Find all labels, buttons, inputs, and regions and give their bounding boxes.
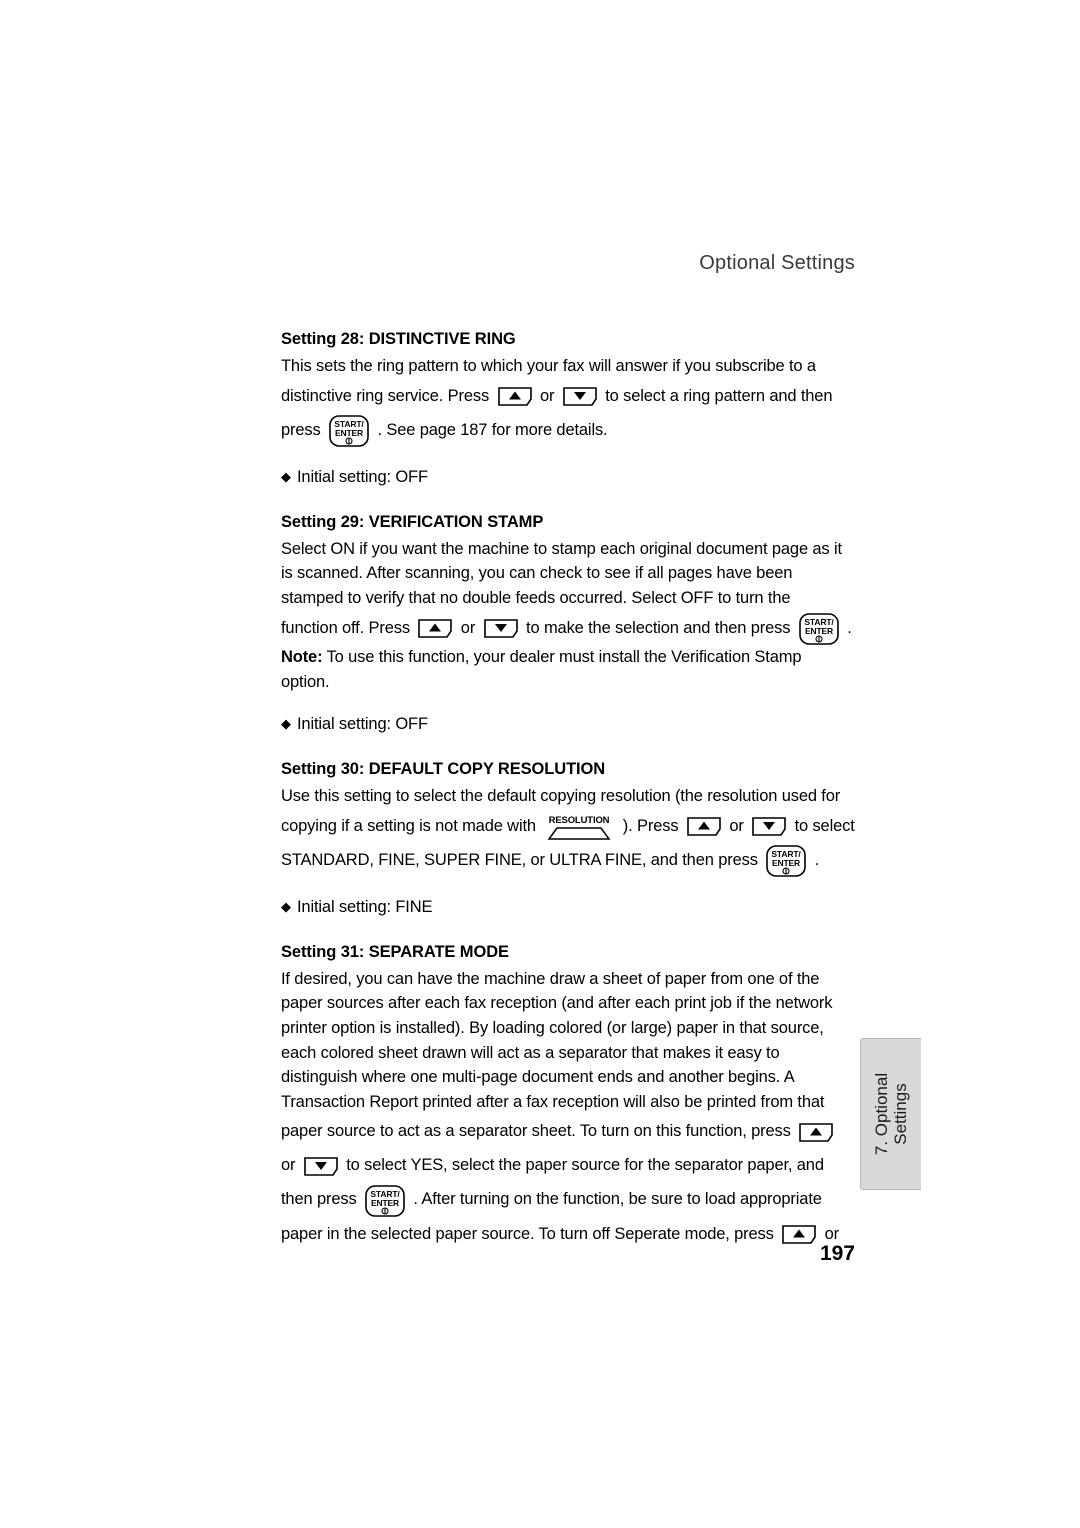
line-text: paper in the selected paper source. To t… bbox=[281, 1225, 774, 1244]
svg-text:ENTER: ENTER bbox=[805, 626, 833, 636]
line-text: to select YES, select the paper source f… bbox=[346, 1156, 824, 1175]
start-enter-key-icon: START/ ENTER bbox=[798, 612, 840, 646]
chapter-tab-line-1: 7. Optional bbox=[872, 1072, 892, 1156]
section-line-with-keys: function off. Press or to make the selec… bbox=[281, 611, 852, 646]
line-text: to select a ring pattern and then bbox=[605, 386, 833, 405]
chapter-tab-line-2: Settings bbox=[891, 1083, 911, 1145]
line-text: or bbox=[824, 1225, 840, 1244]
note-text: To use this function, your dealer must i… bbox=[281, 648, 802, 691]
section-line-with-keys: STANDARD, FINE, SUPER FINE, or ULTRA FIN… bbox=[281, 843, 851, 878]
section-line-with-keys: copying if a setting is not made with RE… bbox=[281, 809, 855, 843]
start-enter-key-icon: START/ ENTER bbox=[328, 414, 370, 448]
chapter-thumb-tab-inner: 7. Optional Settings bbox=[861, 1039, 921, 1189]
line-text: function off. Press bbox=[281, 618, 410, 637]
line-text: then press bbox=[281, 1190, 357, 1209]
section-setting-31: Setting 31: SEPARATE MODE If desired, yo… bbox=[281, 943, 851, 1251]
section-line-with-keys: or to select YES, select the paper sourc… bbox=[281, 1148, 851, 1182]
page-content: Setting 28: DISTINCTIVE RING This sets t… bbox=[281, 330, 855, 1251]
line-text: . See page 187 for more details. bbox=[377, 420, 608, 439]
initial-setting-line: ◆ Initial setting: OFF bbox=[281, 465, 851, 491]
section-title: Setting 29: VERIFICATION STAMP bbox=[281, 512, 544, 531]
note-label: Note: bbox=[281, 648, 323, 667]
section-paragraph: Use this setting to select the default c… bbox=[281, 787, 841, 806]
line-text: or bbox=[460, 618, 476, 637]
section-title: Setting 31: SEPARATE MODE bbox=[281, 942, 509, 961]
start-enter-key-icon: START/ ENTER bbox=[364, 1184, 406, 1218]
svg-text:ENTER: ENTER bbox=[335, 428, 363, 438]
initial-setting-line: ◆ Initial setting: OFF bbox=[281, 712, 851, 738]
up-arrow-key-icon bbox=[496, 385, 534, 406]
line-text: distinctive ring service. Press bbox=[281, 386, 490, 405]
initial-setting-text: Initial setting: OFF bbox=[297, 468, 428, 487]
line-text: press bbox=[281, 420, 321, 439]
line-text: or bbox=[539, 386, 555, 405]
section-title: Setting 28: DISTINCTIVE RING bbox=[281, 330, 516, 348]
section-line-with-keys: distinctive ring service. Press or to se… bbox=[281, 379, 851, 413]
document-page: Optional Settings Setting 28: DISTINCTIV… bbox=[0, 0, 1080, 1528]
section-setting-28: Setting 28: DISTINCTIVE RING This sets t… bbox=[281, 330, 851, 491]
up-arrow-key-icon bbox=[797, 1121, 835, 1142]
line-text: copying if a setting is not made with bbox=[281, 816, 536, 835]
section-setting-29: Setting 29: VERIFICATION STAMP Select ON… bbox=[281, 512, 852, 738]
up-arrow-key-icon bbox=[416, 617, 454, 638]
down-arrow-key-icon bbox=[482, 617, 520, 638]
section-paragraph: If desired, you can have the machine dra… bbox=[281, 969, 833, 1111]
up-arrow-key-icon bbox=[685, 815, 723, 836]
line-text: . After turning on the function, be sure… bbox=[413, 1190, 822, 1209]
section-paragraph: This sets the ring pattern to which your… bbox=[281, 357, 816, 375]
section-paragraph: Select ON if you want the machine to sta… bbox=[281, 539, 842, 608]
line-text: STANDARD, FINE, SUPER FINE, or ULTRA FIN… bbox=[281, 850, 758, 869]
line-text: or bbox=[281, 1156, 296, 1175]
page-number: 197 bbox=[819, 1242, 855, 1265]
line-text: to make the selection and then press bbox=[526, 618, 791, 637]
section-title: Setting 30: DEFAULT COPY RESOLUTION bbox=[281, 760, 606, 779]
section-line-with-keys: paper source to act as a separator sheet… bbox=[281, 1114, 851, 1148]
line-text: paper source to act as a separator sheet… bbox=[281, 1122, 791, 1141]
line-text: or bbox=[729, 816, 744, 835]
initial-setting-line: ◆ Initial setting: FINE bbox=[281, 895, 851, 921]
chapter-thumb-tab: 7. Optional Settings bbox=[860, 1038, 921, 1190]
line-text: ). Press bbox=[622, 816, 679, 835]
line-text: to select bbox=[794, 816, 855, 835]
section-setting-30: Setting 30: DEFAULT COPY RESOLUTION Use … bbox=[281, 760, 855, 921]
initial-setting-text: Initial setting: OFF bbox=[297, 715, 428, 734]
resolution-key-icon: RESOLUTION bbox=[543, 813, 615, 843]
note-paragraph: Note: To use this function, your dealer … bbox=[281, 645, 851, 694]
start-enter-key-icon: START/ ENTER bbox=[765, 844, 807, 878]
diamond-bullet-icon: ◆ bbox=[281, 899, 291, 915]
section-line-with-keys: press START/ ENTER . See page 187 for mo… bbox=[281, 413, 851, 448]
svg-text:RESOLUTION: RESOLUTION bbox=[549, 815, 610, 826]
chapter-thumb-tab-text: 7. Optional Settings bbox=[872, 1073, 910, 1155]
initial-setting-text: Initial setting: FINE bbox=[297, 898, 433, 917]
diamond-bullet-icon: ◆ bbox=[281, 716, 291, 732]
diamond-bullet-icon: ◆ bbox=[281, 469, 291, 485]
svg-text:ENTER: ENTER bbox=[772, 858, 800, 868]
down-arrow-key-icon bbox=[561, 385, 599, 406]
down-arrow-key-icon bbox=[302, 1155, 340, 1176]
down-arrow-key-icon bbox=[750, 815, 788, 836]
line-text: . bbox=[814, 850, 820, 869]
section-line-with-keys: then press START/ ENTER . After turning … bbox=[281, 1182, 851, 1217]
svg-text:ENTER: ENTER bbox=[371, 1198, 399, 1208]
running-head: Optional Settings bbox=[699, 252, 855, 274]
line-text: . bbox=[847, 618, 852, 637]
